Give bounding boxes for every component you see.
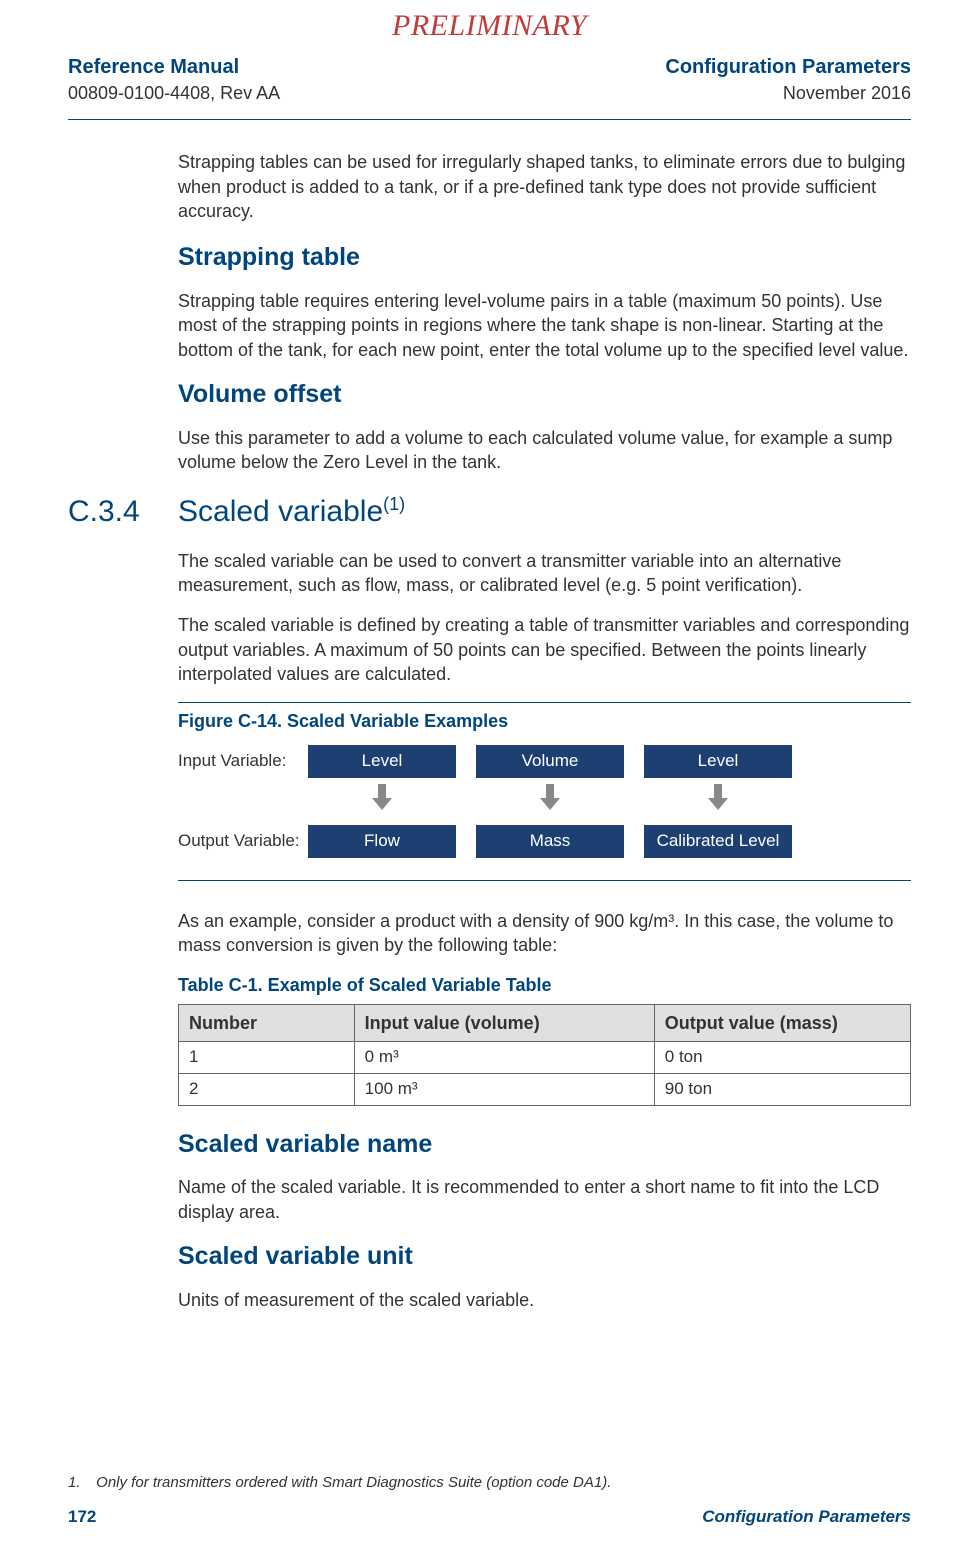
- table-row: 1 0 m³ 0 ton: [179, 1041, 911, 1073]
- output-cell-1: Mass: [476, 825, 624, 858]
- figure-c14: Input Variable: Level Volume Level: [178, 745, 911, 880]
- section-heading: Scaled variable(1): [178, 492, 405, 533]
- table-title: Table C-1. Example of Scaled Variable Ta…: [178, 973, 911, 997]
- footnote-num: 1.: [68, 1473, 92, 1493]
- scaled-variable-p1: The scaled variable can be used to conve…: [178, 549, 911, 598]
- th-output: Output value (mass): [654, 1004, 910, 1041]
- cell-num: 2: [179, 1073, 355, 1105]
- arrow-cell-2: [644, 784, 792, 818]
- scaled-variable-table: Number Input value (volume) Output value…: [178, 1004, 911, 1106]
- volume-offset-paragraph: Use this parameter to add a volume to ea…: [178, 426, 911, 475]
- sv-name-paragraph: Name of the scaled variable. It is recom…: [178, 1175, 911, 1224]
- arrow-down-icon: [370, 784, 394, 812]
- strapping-table-paragraph: Strapping table requires entering level-…: [178, 289, 911, 362]
- cell-input: 100 m³: [354, 1073, 654, 1105]
- cell-output: 0 ton: [654, 1041, 910, 1073]
- scaled-variable-p2: The scaled variable is defined by creati…: [178, 613, 911, 686]
- arrow-down-icon: [538, 784, 562, 812]
- sv-name-heading: Scaled variable name: [178, 1128, 911, 1162]
- page-number: 172: [68, 1506, 96, 1529]
- cell-output: 90 ton: [654, 1073, 910, 1105]
- header-date: November 2016: [665, 81, 911, 105]
- th-number: Number: [179, 1004, 355, 1041]
- example-intro: As an example, consider a product with a…: [178, 909, 911, 958]
- input-variable-label: Input Variable:: [178, 750, 308, 773]
- section-number: C.3.4: [68, 492, 178, 533]
- page-content: Strapping tables can be used for irregul…: [0, 120, 979, 1312]
- figure-arrow-row: [308, 784, 911, 818]
- arrow-down-icon: [706, 784, 730, 812]
- doc-id: 00809-0100-4408, Rev AA: [68, 81, 280, 105]
- footnote-ref[interactable]: (1): [383, 494, 405, 514]
- section-c34-row: C.3.4 Scaled variable(1): [68, 492, 911, 533]
- figure-title: Figure C-14. Scaled Variable Examples: [178, 702, 911, 733]
- output-cell-2: Calibrated Level: [644, 825, 792, 858]
- header-section: Configuration Parameters: [665, 54, 911, 81]
- intro-paragraph: Strapping tables can be used for irregul…: [178, 150, 911, 223]
- footnote-text: Only for transmitters ordered with Smart…: [96, 1474, 611, 1491]
- input-cell-0: Level: [308, 745, 456, 778]
- output-cell-0: Flow: [308, 825, 456, 858]
- strapping-table-heading: Strapping table: [178, 241, 911, 275]
- sv-unit-heading: Scaled variable unit: [178, 1240, 911, 1274]
- manual-title: Reference Manual: [68, 54, 280, 81]
- table-header-row: Number Input value (volume) Output value…: [179, 1004, 911, 1041]
- arrow-cell-1: [476, 784, 624, 818]
- footnote: 1. Only for transmitters ordered with Sm…: [68, 1473, 611, 1493]
- output-variable-label: Output Variable:: [178, 830, 308, 853]
- figure-input-row: Input Variable: Level Volume Level: [178, 745, 911, 778]
- input-cell-2: Level: [644, 745, 792, 778]
- footer-section-name: Configuration Parameters: [702, 1506, 911, 1529]
- header-right: Configuration Parameters November 2016: [665, 54, 911, 105]
- cell-input: 0 m³: [354, 1041, 654, 1073]
- table-row: 2 100 m³ 90 ton: [179, 1073, 911, 1105]
- figure-output-row: Output Variable: Flow Mass Calibrated Le…: [178, 825, 911, 858]
- input-cell-1: Volume: [476, 745, 624, 778]
- header-left: Reference Manual 00809-0100-4408, Rev AA: [68, 54, 280, 105]
- sv-unit-paragraph: Units of measurement of the scaled varia…: [178, 1288, 911, 1312]
- page-footer: 172 Configuration Parameters: [68, 1506, 911, 1529]
- scaled-variable-title: Scaled variable: [178, 495, 383, 528]
- volume-offset-heading: Volume offset: [178, 378, 911, 412]
- cell-num: 1: [179, 1041, 355, 1073]
- th-input: Input value (volume): [354, 1004, 654, 1041]
- preliminary-watermark: PRELIMINARY: [392, 6, 587, 47]
- arrow-cell-0: [308, 784, 456, 818]
